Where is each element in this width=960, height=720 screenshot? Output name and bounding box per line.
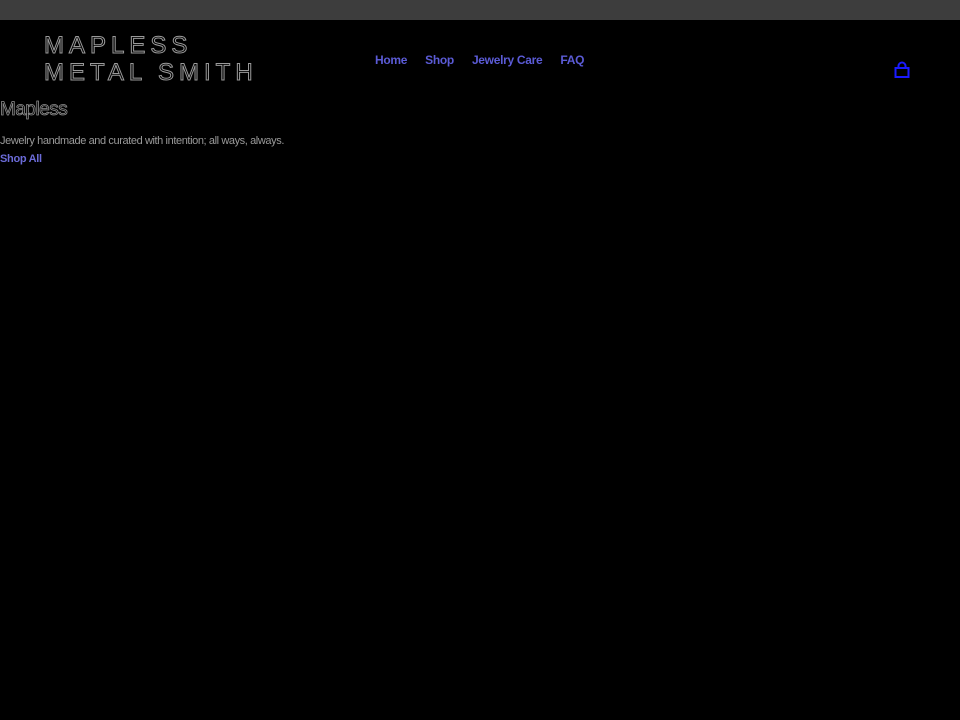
nav-shop[interactable]: Shop bbox=[425, 53, 454, 67]
nav-faq[interactable]: FAQ bbox=[560, 53, 584, 67]
hero-section: Mapless Jewelry handmade and curated wit… bbox=[0, 98, 960, 165]
main-nav: Home Shop Jewelry Care FAQ bbox=[375, 53, 584, 67]
logo-line-1: MAPLESS bbox=[44, 32, 193, 60]
cart-button[interactable] bbox=[893, 61, 911, 81]
site-logo[interactable]: MAPLESS METAL SMITH bbox=[44, 32, 258, 87]
browser-top-strip bbox=[0, 0, 960, 20]
site-header: MAPLESS METAL SMITH Home Shop Jewelry Ca… bbox=[0, 20, 960, 98]
logo-line-2: METAL SMITH bbox=[44, 59, 258, 87]
nav-jewelry-care[interactable]: Jewelry Care bbox=[472, 53, 543, 67]
shop-all-link[interactable]: Shop All bbox=[0, 153, 42, 165]
shopping-bag-icon bbox=[894, 61, 910, 78]
nav-home[interactable]: Home bbox=[375, 53, 407, 67]
hero-title: Mapless bbox=[0, 99, 68, 121]
hero-description: Jewelry handmade and curated with intent… bbox=[0, 135, 284, 147]
